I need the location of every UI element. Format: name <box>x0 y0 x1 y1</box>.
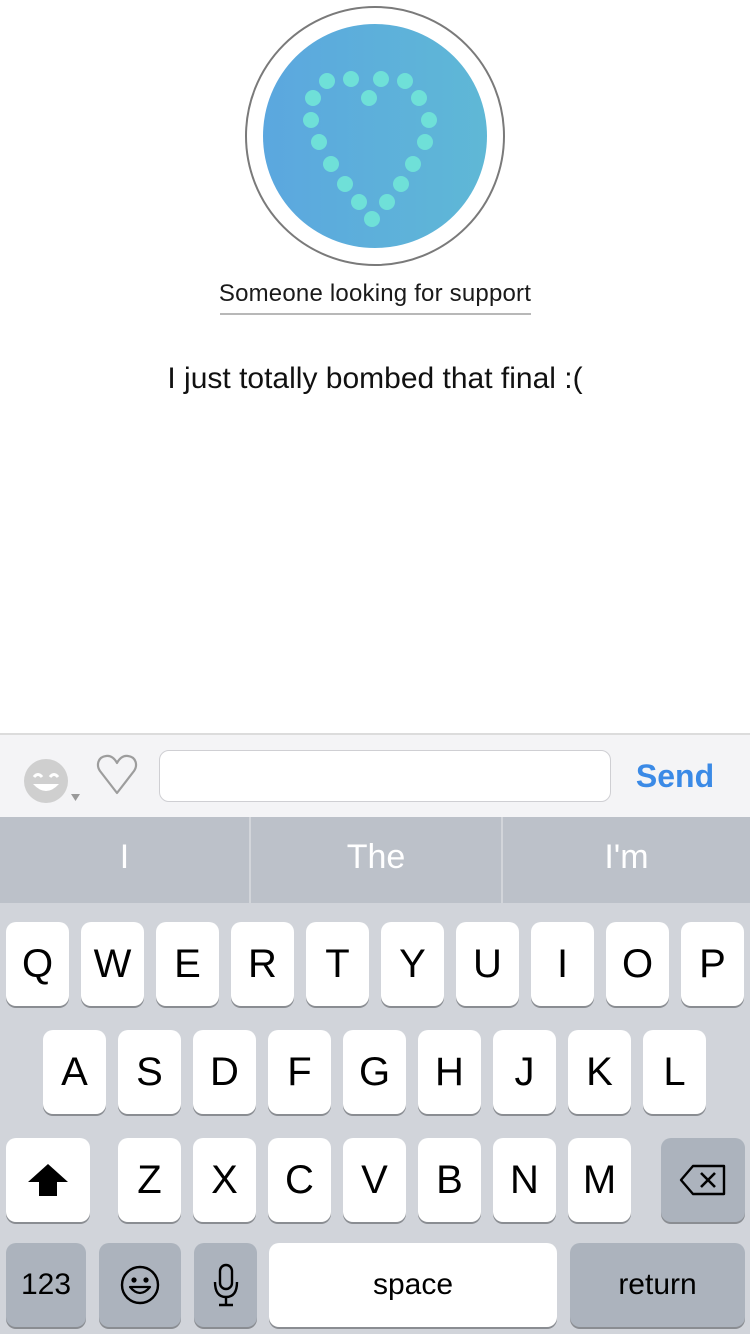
sender-name: Someone looking for support <box>218 280 532 307</box>
compose-bar: Send <box>0 733 750 817</box>
dictation-key[interactable] <box>194 1243 257 1327</box>
send-button[interactable]: Send <box>620 753 730 799</box>
heart-dot <box>343 71 359 87</box>
key-f[interactable]: F <box>268 1030 331 1114</box>
heart-dot <box>373 71 389 87</box>
dotted-heart-icon <box>303 71 437 227</box>
key-n[interactable]: N <box>493 1138 556 1222</box>
heart-dot <box>364 211 380 227</box>
heart-dot <box>411 90 427 106</box>
keyboard: I The I'm Q W E R T Y U I O P A S D F G … <box>0 817 750 1334</box>
heart-dot <box>305 90 321 106</box>
space-key[interactable]: space <box>269 1243 557 1327</box>
key-t[interactable]: T <box>306 922 369 1006</box>
key-s[interactable]: S <box>118 1030 181 1114</box>
heart-dot <box>405 156 421 172</box>
key-u[interactable]: U <box>456 922 519 1006</box>
heart-dot <box>303 112 319 128</box>
key-d[interactable]: D <box>193 1030 256 1114</box>
heart-dot <box>311 134 327 150</box>
numbers-key[interactable]: 123 <box>6 1243 86 1327</box>
message-input[interactable] <box>159 750 611 802</box>
shift-key[interactable] <box>6 1138 90 1222</box>
key-c[interactable]: C <box>268 1138 331 1222</box>
heart-dot <box>393 176 409 192</box>
key-w[interactable]: W <box>81 922 144 1006</box>
message-text: I just totally bombed that final :( <box>167 362 583 395</box>
prediction-1[interactable]: I <box>0 817 249 903</box>
prediction-2[interactable]: The <box>251 817 501 903</box>
predictive-text-bar: I The I'm <box>0 817 750 903</box>
emoji-picker-button[interactable] <box>22 755 86 805</box>
key-v[interactable]: V <box>343 1138 406 1222</box>
return-key[interactable]: return <box>570 1243 745 1327</box>
heart-dot <box>361 90 377 106</box>
key-o[interactable]: O <box>606 922 669 1006</box>
heart-outline-icon <box>96 754 138 795</box>
heart-dot <box>397 73 413 89</box>
heart-dot <box>323 156 339 172</box>
heart-dot <box>421 112 437 128</box>
smiley-emoji-icon <box>24 759 80 803</box>
key-z[interactable]: Z <box>118 1138 181 1222</box>
heart-dot <box>351 194 367 210</box>
heart-dot <box>319 73 335 89</box>
heart-button[interactable] <box>95 753 139 797</box>
key-k[interactable]: K <box>568 1030 631 1114</box>
heart-dot <box>337 176 353 192</box>
prediction-3[interactable]: I'm <box>503 817 750 903</box>
heart-dot <box>379 194 395 210</box>
key-r[interactable]: R <box>231 922 294 1006</box>
key-m[interactable]: M <box>568 1138 631 1222</box>
key-e[interactable]: E <box>156 922 219 1006</box>
avatar-frame <box>245 6 505 266</box>
key-a[interactable]: A <box>43 1030 106 1114</box>
backspace-icon <box>679 1164 726 1196</box>
emoji-keyboard-key[interactable] <box>99 1243 181 1327</box>
avatar <box>263 24 487 248</box>
key-y[interactable]: Y <box>381 922 444 1006</box>
sender-divider <box>220 313 531 315</box>
key-b[interactable]: B <box>418 1138 481 1222</box>
microphone-icon <box>213 1263 238 1307</box>
shift-arrow-icon <box>28 1164 68 1196</box>
key-i[interactable]: I <box>531 922 594 1006</box>
key-q[interactable]: Q <box>6 922 69 1006</box>
delete-key[interactable] <box>661 1138 745 1222</box>
key-l[interactable]: L <box>643 1030 706 1114</box>
key-j[interactable]: J <box>493 1030 556 1114</box>
key-x[interactable]: X <box>193 1138 256 1222</box>
heart-dot <box>417 134 433 150</box>
key-p[interactable]: P <box>681 922 744 1006</box>
emoji-face-icon <box>120 1265 160 1305</box>
key-h[interactable]: H <box>418 1030 481 1114</box>
key-g[interactable]: G <box>343 1030 406 1114</box>
